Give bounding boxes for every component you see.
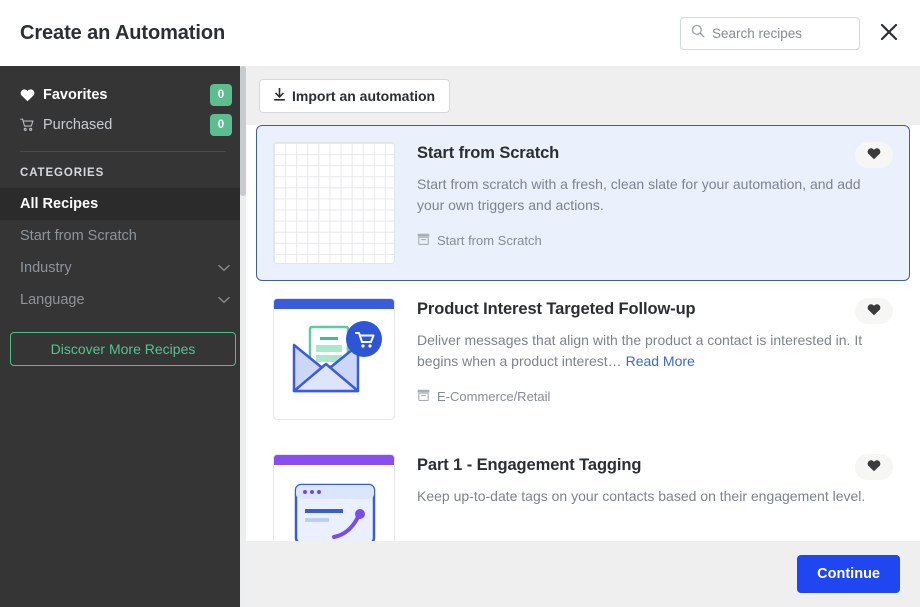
category-label: Start from Scratch xyxy=(20,228,137,244)
recipe-card-body: Product Interest Targeted Follow-up Deli… xyxy=(395,298,891,420)
download-arrow-icon xyxy=(274,86,285,104)
search-icon xyxy=(691,24,705,43)
recipe-description: Deliver messages that align with the pro… xyxy=(417,330,877,372)
sidebar-item-favorites[interactable]: Favorites 0 xyxy=(0,80,246,110)
recipe-description: Keep up-to-date tags on your contacts ba… xyxy=(417,488,866,504)
import-automation-label: Import an automation xyxy=(292,87,436,104)
modal-header: Create an Automation xyxy=(0,0,920,66)
category-label: All Recipes xyxy=(20,196,99,212)
sidebar-item-purchased[interactable]: Purchased 0 xyxy=(0,110,246,140)
recipe-thumbnail-browser-window xyxy=(273,454,395,541)
heart-icon xyxy=(20,88,40,102)
close-button[interactable] xyxy=(874,18,904,48)
sidebar-category-start-from-scratch[interactable]: Start from Scratch xyxy=(0,220,246,252)
favorite-toggle-button[interactable] xyxy=(855,298,893,324)
read-more-link[interactable]: Read More xyxy=(626,353,695,369)
main-toolbar: Import an automation xyxy=(246,66,920,125)
chevron-down-icon xyxy=(218,264,230,272)
discover-more-recipes-button[interactable]: Discover More Recipes xyxy=(10,332,236,366)
category-label: Industry xyxy=(20,260,72,276)
recipe-description: Start from scratch with a fresh, clean s… xyxy=(417,176,861,213)
modal-footer: Continue xyxy=(246,541,920,607)
sidebar: Favorites 0 Purchased 0 CATEGORIES All R… xyxy=(0,66,246,607)
recipe-tag: Start from Scratch xyxy=(417,233,891,248)
import-automation-button[interactable]: Import an automation xyxy=(259,78,451,113)
favorites-count-badge: 0 xyxy=(210,84,232,106)
archive-box-icon xyxy=(417,233,430,248)
recipe-thumbnail-envelope-cart xyxy=(273,298,395,420)
sidebar-category-language[interactable]: Language xyxy=(0,284,246,316)
modal-body: Favorites 0 Purchased 0 CATEGORIES All R… xyxy=(0,66,920,607)
recipe-card-product-interest-targeted-follow-up[interactable]: Product Interest Targeted Follow-up Deli… xyxy=(256,281,910,437)
recipe-card-part-1-engagement-tagging[interactable]: Part 1 - Engagement Tagging Keep up-to-d… xyxy=(256,437,910,541)
category-label: Language xyxy=(20,292,85,308)
recipe-title: Start from Scratch xyxy=(417,144,560,162)
recipe-tag-label: Start from Scratch xyxy=(437,233,542,248)
page-title: Create an Automation xyxy=(20,21,226,44)
favorite-toggle-button[interactable] xyxy=(855,142,893,168)
recipe-tag: E-Commerce/Retail xyxy=(417,389,891,404)
recipe-thumbnail-grid xyxy=(273,142,395,264)
search-box[interactable] xyxy=(680,16,860,50)
sidebar-category-industry[interactable]: Industry xyxy=(0,252,246,284)
sidebar-category-all-recipes[interactable]: All Recipes xyxy=(0,188,246,220)
recipe-title: Part 1 - Engagement Tagging xyxy=(417,456,642,474)
cart-icon xyxy=(20,118,40,132)
continue-button[interactable]: Continue xyxy=(797,555,900,593)
archive-box-icon xyxy=(417,389,430,404)
heart-icon xyxy=(867,459,881,475)
sidebar-item-label: Favorites xyxy=(43,87,108,103)
recipe-tag-label: E-Commerce/Retail xyxy=(437,389,551,404)
recipe-card-body: Start from Scratch Start from scratch wi… xyxy=(395,142,891,264)
heart-icon xyxy=(867,303,881,319)
sidebar-item-label: Purchased xyxy=(43,117,113,133)
categories-heading: CATEGORIES xyxy=(20,167,105,179)
recipe-title: Product Interest Targeted Follow-up xyxy=(417,300,696,318)
close-icon xyxy=(879,22,899,45)
recipe-list[interactable]: Start from Scratch Start from scratch wi… xyxy=(246,125,920,541)
create-automation-modal: Create an Automation Search recipes Favo… xyxy=(0,0,920,607)
recipe-card-start-from-scratch[interactable]: Start from Scratch Start from scratch wi… xyxy=(256,125,910,281)
header-actions xyxy=(680,16,904,50)
chevron-down-icon xyxy=(218,296,230,304)
main-panel: Import an automation Start from Scratch … xyxy=(246,66,920,607)
search-input[interactable] xyxy=(712,25,849,41)
purchased-count-badge: 0 xyxy=(210,114,232,136)
heart-icon xyxy=(867,147,881,163)
recipe-card-body: Part 1 - Engagement Tagging Keep up-to-d… xyxy=(395,454,891,541)
favorite-toggle-button[interactable] xyxy=(855,454,893,480)
